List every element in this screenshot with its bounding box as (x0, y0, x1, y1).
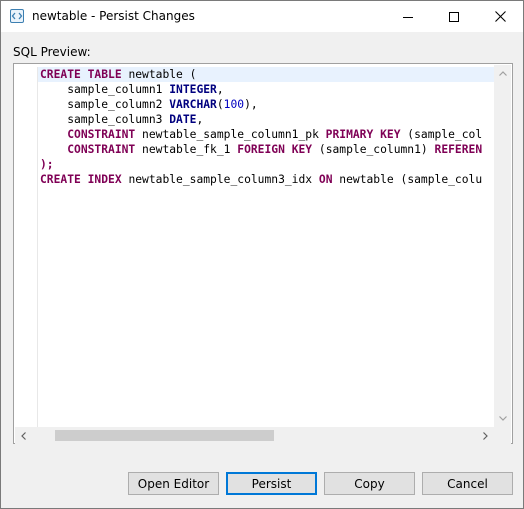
sql-keyword: CONSTRAINT (67, 128, 136, 141)
copy-button[interactable]: Copy (324, 472, 415, 495)
sql-text: ), (244, 98, 258, 111)
scroll-down-button[interactable] (494, 410, 511, 427)
sql-keyword: ON (318, 173, 333, 186)
sql-line: sample_column1 INTEGER, (40, 82, 482, 97)
sql-keyword: CREATE (40, 68, 81, 81)
sql-line: CREATE TABLE newtable ( (40, 67, 482, 82)
scroll-left-button[interactable] (15, 427, 32, 444)
close-button[interactable] (477, 1, 523, 32)
sql-text: (sample_col (400, 128, 483, 141)
sql-keyword: REFEREN (434, 143, 483, 156)
chevron-right-icon (483, 431, 488, 440)
sql-code[interactable]: CREATE TABLE newtable ( sample_column1 I… (40, 67, 482, 187)
sql-text: newtable_fk_1 (135, 143, 238, 156)
persist-changes-dialog: newtable - Persist Changes SQL Preview: … (0, 0, 524, 509)
minimize-icon (403, 16, 413, 18)
vertical-scrollbar[interactable] (494, 65, 511, 427)
sql-keyword: CREATE (40, 173, 81, 186)
sql-keyword: 100 (223, 98, 245, 111)
chevron-left-icon (21, 431, 26, 440)
sql-line: CONSTRAINT newtable_fk_1 FOREIGN KEY (sa… (40, 142, 482, 157)
sql-keyword: CONSTRAINT (67, 143, 136, 156)
sql-keyword: ); (40, 158, 54, 171)
scroll-right-button[interactable] (477, 427, 494, 444)
sql-line: CONSTRAINT newtable_sample_column1_pk PR… (40, 127, 482, 142)
sql-text: , (196, 113, 204, 126)
sql-text: sample_column1 (40, 83, 170, 96)
sql-text: , (216, 83, 224, 96)
cancel-button[interactable]: Cancel (422, 472, 513, 495)
sql-text: ( (216, 98, 224, 111)
chevron-down-icon (498, 416, 507, 421)
sql-text: sample_column3 (40, 113, 170, 126)
sql-keyword: VARCHAR (169, 98, 217, 111)
app-icon (10, 9, 24, 23)
chevron-up-icon (498, 71, 507, 76)
maximize-icon (449, 11, 459, 22)
sql-line: CREATE INDEX newtable_sample_column3_idx… (40, 172, 482, 187)
horizontal-scroll-thumb[interactable] (55, 430, 274, 441)
sql-keyword: KEY (380, 128, 401, 141)
sql-keyword: PRIMARY (325, 128, 374, 141)
window-title: newtable - Persist Changes (32, 9, 195, 23)
gutter-divider (37, 67, 38, 427)
sql-text: newtable ( (121, 68, 197, 81)
open-editor-button[interactable]: Open Editor (128, 472, 219, 495)
sql-keyword: DATE (169, 113, 197, 126)
sql-text: newtable_sample_column3_idx (121, 173, 319, 186)
sql-text: sample_column2 (40, 98, 170, 111)
sql-line: sample_column2 VARCHAR(100), (40, 97, 482, 112)
sql-keyword: FOREIGN (237, 143, 285, 156)
minimize-button[interactable] (385, 1, 431, 32)
sql-line: ); (40, 157, 482, 172)
scroll-up-button[interactable] (494, 65, 511, 82)
horizontal-scrollbar[interactable] (15, 427, 494, 444)
sql-preview-label: SQL Preview: (13, 45, 91, 59)
sql-line: sample_column3 DATE, (40, 112, 482, 127)
sql-keyword: KEY (291, 143, 313, 156)
scrollbar-corner (494, 427, 511, 444)
sql-keyword: TABLE (87, 68, 122, 81)
sql-keyword: INTEGER (169, 83, 217, 96)
sql-keyword: INDEX (87, 173, 122, 186)
title-bar[interactable]: newtable - Persist Changes (1, 1, 523, 32)
sql-text: (sample_column1) (312, 143, 435, 156)
persist-button[interactable]: Persist (226, 472, 317, 495)
sql-preview-editor[interactable]: CREATE TABLE newtable ( sample_column1 I… (13, 63, 513, 444)
maximize-button[interactable] (431, 1, 477, 32)
sql-text: newtable (sample_colu (332, 173, 483, 186)
sql-text-area[interactable]: CREATE TABLE newtable ( sample_column1 I… (15, 65, 511, 427)
sql-text: newtable_sample_column1_pk (135, 128, 326, 141)
close-icon (494, 11, 506, 22)
